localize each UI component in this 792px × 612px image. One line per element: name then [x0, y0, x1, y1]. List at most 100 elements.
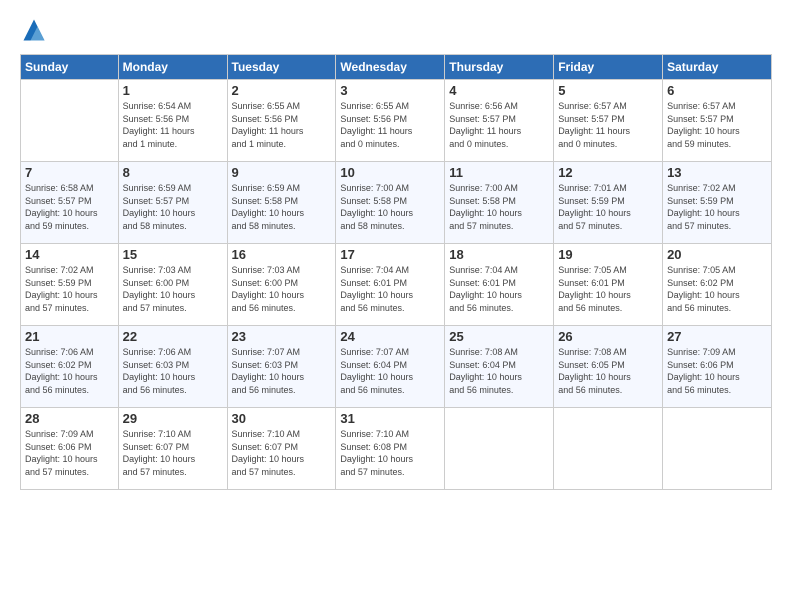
calendar-cell: 24Sunrise: 7:07 AM Sunset: 6:04 PM Dayli…	[336, 326, 445, 408]
calendar-cell: 7 Sunrise: 6:58 AM Sunset: 5:57 PM Daylig…	[21, 162, 119, 244]
calendar-cell: 12 Sunrise: 7:01 AM Sunset: 5:59 PM Dayli…	[554, 162, 663, 244]
day-number: 5	[558, 83, 658, 98]
column-header-tuesday: Tuesday	[227, 55, 336, 80]
column-header-thursday: Thursday	[445, 55, 554, 80]
day-number: 9	[232, 165, 332, 180]
day-number: 22	[123, 329, 223, 344]
day-number: 31	[340, 411, 440, 426]
calendar-cell: 4 Sunrise: 6:56 AM Sunset: 5:57 PM Daylig…	[445, 80, 554, 162]
column-header-saturday: Saturday	[663, 55, 772, 80]
calendar-cell: 3 Sunrise: 6:55 AM Sunset: 5:56 PM Daylig…	[336, 80, 445, 162]
day-info: Sunrise: 7:00 AM Sunset: 5:58 PM Dayligh…	[340, 182, 440, 232]
header-row: SundayMondayTuesdayWednesdayThursdayFrid…	[21, 55, 772, 80]
day-number: 11	[449, 165, 549, 180]
day-info: Sunrise: 7:09 AM Sunset: 6:06 PM Dayligh…	[667, 346, 767, 396]
column-header-sunday: Sunday	[21, 55, 119, 80]
calendar-cell: 10Sunrise: 7:00 AM Sunset: 5:58 PM Dayli…	[336, 162, 445, 244]
day-number: 20	[667, 247, 767, 262]
calendar-cell: 23 Sunrise: 7:07 AM Sunset: 6:03 PM Dayli…	[227, 326, 336, 408]
calendar-cell: 18Sunrise: 7:04 AM Sunset: 6:01 PM Dayli…	[445, 244, 554, 326]
day-info: Sunrise: 6:59 AM Sunset: 5:57 PM Dayligh…	[123, 182, 223, 232]
calendar-cell: 26 Sunrise: 7:08 AM Sunset: 6:05 PM Dayli…	[554, 326, 663, 408]
day-info: Sunrise: 7:03 AM Sunset: 6:00 PM Dayligh…	[232, 264, 332, 314]
week-row-3: 14 Sunrise: 7:02 AM Sunset: 5:59 PM Dayli…	[21, 244, 772, 326]
day-number: 18	[449, 247, 549, 262]
logo-icon	[20, 16, 48, 44]
day-info: Sunrise: 6:57 AM Sunset: 5:57 PM Dayligh…	[558, 100, 658, 150]
calendar-cell	[663, 408, 772, 490]
day-number: 4	[449, 83, 549, 98]
week-row-5: 28 Sunrise: 7:09 AM Sunset: 6:06 PM Dayli…	[21, 408, 772, 490]
day-info: Sunrise: 7:08 AM Sunset: 6:04 PM Dayligh…	[449, 346, 549, 396]
page: SundayMondayTuesdayWednesdayThursdayFrid…	[0, 0, 792, 612]
day-info: Sunrise: 7:10 AM Sunset: 6:07 PM Dayligh…	[232, 428, 332, 478]
day-number: 6	[667, 83, 767, 98]
calendar-cell	[21, 80, 119, 162]
week-row-4: 21 Sunrise: 7:06 AM Sunset: 6:02 PM Dayli…	[21, 326, 772, 408]
calendar-cell: 20Sunrise: 7:05 AM Sunset: 6:02 PM Dayli…	[663, 244, 772, 326]
day-number: 7	[25, 165, 114, 180]
day-info: Sunrise: 6:55 AM Sunset: 5:56 PM Dayligh…	[340, 100, 440, 150]
day-number: 3	[340, 83, 440, 98]
column-header-monday: Monday	[118, 55, 227, 80]
day-info: Sunrise: 6:56 AM Sunset: 5:57 PM Dayligh…	[449, 100, 549, 150]
week-row-2: 7 Sunrise: 6:58 AM Sunset: 5:57 PM Daylig…	[21, 162, 772, 244]
day-info: Sunrise: 7:04 AM Sunset: 6:01 PM Dayligh…	[340, 264, 440, 314]
calendar-cell	[445, 408, 554, 490]
day-info: Sunrise: 7:00 AM Sunset: 5:58 PM Dayligh…	[449, 182, 549, 232]
day-info: Sunrise: 7:09 AM Sunset: 6:06 PM Dayligh…	[25, 428, 114, 478]
calendar-cell: 14 Sunrise: 7:02 AM Sunset: 5:59 PM Dayli…	[21, 244, 119, 326]
calendar-cell: 25 Sunrise: 7:08 AM Sunset: 6:04 PM Dayli…	[445, 326, 554, 408]
calendar-cell: 21 Sunrise: 7:06 AM Sunset: 6:02 PM Dayli…	[21, 326, 119, 408]
calendar-cell: 17 Sunrise: 7:04 AM Sunset: 6:01 PM Dayli…	[336, 244, 445, 326]
day-info: Sunrise: 7:07 AM Sunset: 6:04 PM Dayligh…	[340, 346, 440, 396]
calendar-cell: 19Sunrise: 7:05 AM Sunset: 6:01 PM Dayli…	[554, 244, 663, 326]
calendar-cell: 5 Sunrise: 6:57 AM Sunset: 5:57 PM Daylig…	[554, 80, 663, 162]
day-info: Sunrise: 7:02 AM Sunset: 5:59 PM Dayligh…	[25, 264, 114, 314]
day-info: Sunrise: 7:07 AM Sunset: 6:03 PM Dayligh…	[232, 346, 332, 396]
day-info: Sunrise: 6:59 AM Sunset: 5:58 PM Dayligh…	[232, 182, 332, 232]
day-info: Sunrise: 6:55 AM Sunset: 5:56 PM Dayligh…	[232, 100, 332, 150]
day-info: Sunrise: 7:08 AM Sunset: 6:05 PM Dayligh…	[558, 346, 658, 396]
day-number: 17	[340, 247, 440, 262]
day-number: 25	[449, 329, 549, 344]
day-number: 29	[123, 411, 223, 426]
calendar-cell	[554, 408, 663, 490]
day-number: 26	[558, 329, 658, 344]
calendar-cell: 13 Sunrise: 7:02 AM Sunset: 5:59 PM Dayli…	[663, 162, 772, 244]
calendar-cell: 27Sunrise: 7:09 AM Sunset: 6:06 PM Dayli…	[663, 326, 772, 408]
header	[20, 16, 772, 44]
calendar-table: SundayMondayTuesdayWednesdayThursdayFrid…	[20, 54, 772, 490]
day-number: 12	[558, 165, 658, 180]
calendar-cell: 29 Sunrise: 7:10 AM Sunset: 6:07 PM Dayli…	[118, 408, 227, 490]
day-number: 2	[232, 83, 332, 98]
day-info: Sunrise: 7:06 AM Sunset: 6:03 PM Dayligh…	[123, 346, 223, 396]
day-number: 21	[25, 329, 114, 344]
day-number: 28	[25, 411, 114, 426]
day-info: Sunrise: 7:10 AM Sunset: 6:08 PM Dayligh…	[340, 428, 440, 478]
calendar-cell: 30Sunrise: 7:10 AM Sunset: 6:07 PM Dayli…	[227, 408, 336, 490]
day-number: 14	[25, 247, 114, 262]
day-info: Sunrise: 6:54 AM Sunset: 5:56 PM Dayligh…	[123, 100, 223, 150]
day-number: 13	[667, 165, 767, 180]
day-number: 19	[558, 247, 658, 262]
day-number: 16	[232, 247, 332, 262]
calendar-cell: 15Sunrise: 7:03 AM Sunset: 6:00 PM Dayli…	[118, 244, 227, 326]
calendar-cell: 2 Sunrise: 6:55 AM Sunset: 5:56 PM Daylig…	[227, 80, 336, 162]
day-info: Sunrise: 7:06 AM Sunset: 6:02 PM Dayligh…	[25, 346, 114, 396]
day-number: 23	[232, 329, 332, 344]
day-info: Sunrise: 7:10 AM Sunset: 6:07 PM Dayligh…	[123, 428, 223, 478]
column-header-wednesday: Wednesday	[336, 55, 445, 80]
calendar-cell: 31 Sunrise: 7:10 AM Sunset: 6:08 PM Dayli…	[336, 408, 445, 490]
day-info: Sunrise: 6:58 AM Sunset: 5:57 PM Dayligh…	[25, 182, 114, 232]
logo	[20, 16, 52, 44]
calendar-cell: 6Sunrise: 6:57 AM Sunset: 5:57 PM Daylig…	[663, 80, 772, 162]
calendar-cell: 11 Sunrise: 7:00 AM Sunset: 5:58 PM Dayli…	[445, 162, 554, 244]
calendar-cell: 8 Sunrise: 6:59 AM Sunset: 5:57 PM Daylig…	[118, 162, 227, 244]
calendar-cell: 22 Sunrise: 7:06 AM Sunset: 6:03 PM Dayli…	[118, 326, 227, 408]
day-info: Sunrise: 7:02 AM Sunset: 5:59 PM Dayligh…	[667, 182, 767, 232]
day-number: 8	[123, 165, 223, 180]
week-row-1: 1 Sunrise: 6:54 AM Sunset: 5:56 PM Daylig…	[21, 80, 772, 162]
day-info: Sunrise: 7:01 AM Sunset: 5:59 PM Dayligh…	[558, 182, 658, 232]
day-number: 1	[123, 83, 223, 98]
